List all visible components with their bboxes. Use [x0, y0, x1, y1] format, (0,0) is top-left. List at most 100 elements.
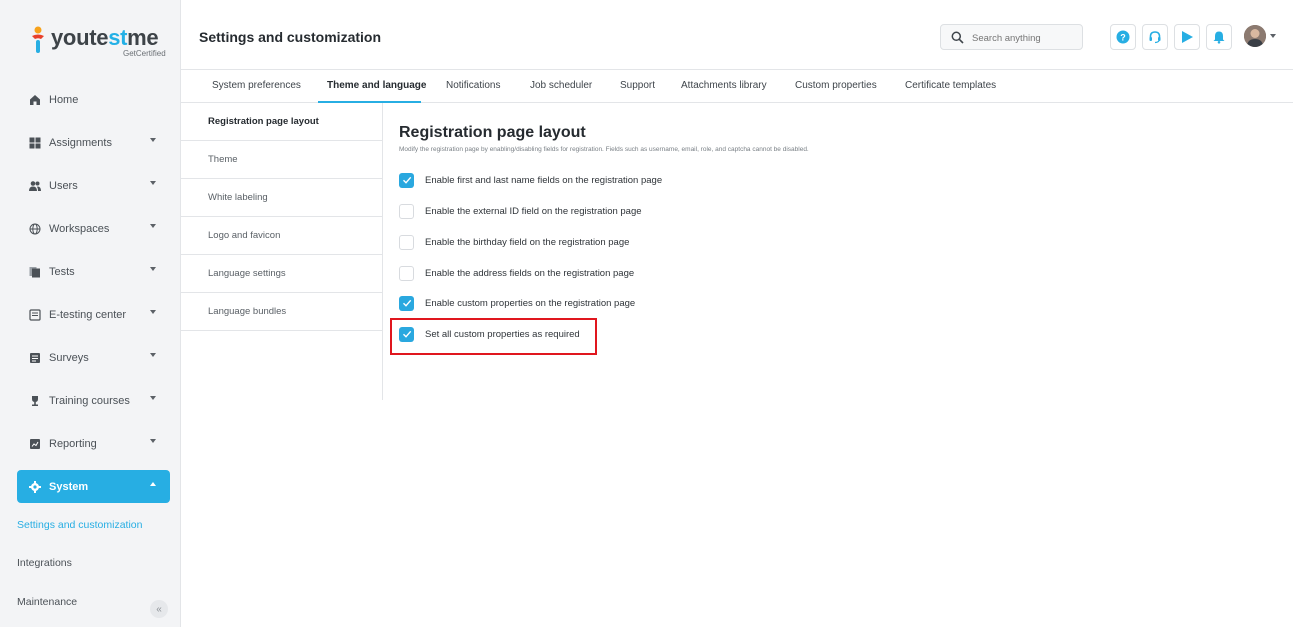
logo-text: youtestme	[51, 25, 159, 50]
checkmark-icon	[402, 176, 411, 184]
sidebar-item-label: Assignments	[49, 136, 112, 149]
section-title: Registration page layout	[399, 124, 586, 141]
option-label: Enable custom properties on the registra…	[425, 297, 636, 309]
option-first-last-name[interactable]: Enable first and last name fields on the…	[399, 172, 662, 188]
sidebar-subitem-maintenance[interactable]: Maintenance	[17, 596, 77, 608]
gear-icon	[29, 480, 41, 493]
submenu-logo-and-favicon[interactable]: Logo and favicon	[181, 217, 382, 255]
chevron-down-icon[interactable]	[1270, 34, 1276, 38]
logo-subtitle: GetCertified	[123, 49, 166, 58]
help-icon: ?	[1116, 30, 1130, 44]
search-input[interactable]	[970, 28, 1082, 48]
option-label: Enable the external ID field on the regi…	[425, 205, 642, 217]
sidebar-item-workspaces[interactable]: Workspaces	[17, 212, 170, 245]
option-birthday[interactable]: Enable the birthday field on the registr…	[399, 234, 629, 250]
search-icon	[951, 31, 964, 44]
sidebar-item-training-courses[interactable]: Training courses	[17, 384, 170, 417]
play-icon	[1182, 31, 1193, 43]
play-tutorial-button[interactable]	[1174, 24, 1200, 50]
bell-icon	[1213, 31, 1225, 44]
tab-attachments-library[interactable]: Attachments library	[681, 80, 767, 91]
sidebar-item-label: System	[49, 480, 89, 493]
chevron-up-icon	[150, 482, 156, 486]
sidebar-item-e-testing-center[interactable]: E-testing center	[17, 298, 170, 331]
support-button[interactable]	[1142, 24, 1168, 50]
help-button[interactable]: ?	[1110, 24, 1136, 50]
chevron-down-icon	[150, 138, 156, 142]
globe-icon	[29, 223, 41, 235]
checkbox-checked[interactable]	[399, 295, 414, 311]
tab-custom-properties[interactable]: Custom properties	[795, 80, 877, 91]
checkbox-unchecked[interactable]	[399, 203, 414, 219]
sidebar-subitem-integrations[interactable]: Integrations	[17, 557, 72, 569]
sidebar-item-label: Home	[49, 93, 79, 106]
sidebar-item-surveys[interactable]: Surveys	[17, 341, 170, 374]
reporting-icon	[29, 438, 41, 450]
tab-theme-and-language[interactable]: Theme and language	[327, 80, 426, 91]
tab-job-scheduler[interactable]: Job scheduler	[530, 80, 592, 91]
sidebar-item-label: Reporting	[49, 437, 97, 450]
header: Settings and customization ?	[181, 0, 1293, 70]
avatar[interactable]	[1244, 25, 1266, 47]
highlight-box	[390, 318, 597, 355]
sidebar-item-label: E-testing center	[49, 308, 127, 321]
sidebar-item-reporting[interactable]: Reporting	[17, 427, 170, 460]
settings-tabs: System preferences Theme and language No…	[181, 70, 1293, 103]
users-icon	[29, 180, 41, 192]
chevron-down-icon	[150, 181, 156, 185]
sidebar-item-label: Tests	[49, 265, 75, 278]
chevron-down-icon	[150, 267, 156, 271]
option-label: Enable the birthday field on the registr…	[425, 236, 630, 248]
option-address[interactable]: Enable the address fields on the registr…	[399, 265, 634, 281]
chevron-down-icon	[150, 396, 156, 400]
option-external-id[interactable]: Enable the external ID field on the regi…	[399, 203, 642, 219]
tab-notifications[interactable]: Notifications	[446, 80, 500, 91]
tests-icon	[29, 266, 41, 278]
sidebar-item-label: Surveys	[49, 351, 89, 364]
trophy-icon	[29, 395, 41, 407]
checkbox-unchecked[interactable]	[399, 265, 414, 281]
submenu-theme[interactable]: Theme	[181, 141, 382, 179]
submenu-language-settings[interactable]: Language settings	[181, 255, 382, 293]
settings-submenu: Registration page layout Theme White lab…	[181, 103, 383, 400]
tab-certificate-templates[interactable]: Certificate templates	[905, 80, 996, 91]
submenu-registration-page-layout[interactable]: Registration page layout	[181, 103, 382, 141]
assignments-icon	[29, 137, 41, 149]
option-label: Enable the address fields on the registr…	[425, 267, 635, 279]
checkbox-unchecked[interactable]	[399, 234, 414, 250]
collapse-sidebar-button[interactable]: «	[150, 600, 168, 618]
search-box[interactable]	[940, 24, 1083, 50]
sidebar-item-label: Users	[49, 179, 78, 192]
headset-icon	[1149, 31, 1161, 44]
sidebar-item-label: Workspaces	[49, 222, 110, 235]
sidebar-item-home[interactable]: Home	[17, 83, 170, 116]
submenu-language-bundles[interactable]: Language bundles	[181, 293, 382, 331]
checkbox-checked[interactable]	[399, 172, 414, 188]
chevron-down-icon	[150, 310, 156, 314]
surveys-icon	[29, 352, 41, 364]
submenu-white-labeling[interactable]: White labeling	[181, 179, 382, 217]
chevron-down-icon	[150, 224, 156, 228]
e-testing-icon	[29, 308, 41, 321]
tab-support[interactable]: Support	[620, 80, 655, 91]
user-avatar-icon	[1244, 25, 1266, 47]
checkmark-icon	[402, 299, 411, 307]
section-description: Modify the registration page by enabling…	[399, 146, 809, 153]
logo[interactable]: youtestme GetCertified	[31, 24, 181, 64]
sidebar-item-system[interactable]: System	[17, 470, 170, 503]
logo-icon	[32, 26, 44, 53]
tab-system-preferences[interactable]: System preferences	[212, 80, 301, 91]
sidebar-subitem-settings-and-customization[interactable]: Settings and customization	[17, 519, 143, 531]
svg-text:?: ?	[1120, 33, 1126, 43]
option-label: Enable first and last name fields on the…	[425, 174, 663, 186]
sidebar-item-users[interactable]: Users	[17, 169, 170, 202]
option-custom-properties[interactable]: Enable custom properties on the registra…	[399, 295, 635, 311]
page-title: Settings and customization	[199, 29, 382, 45]
home-icon	[29, 94, 41, 106]
sidebar-item-label: Training courses	[49, 394, 130, 407]
notifications-button[interactable]	[1206, 24, 1232, 50]
sidebar: youtestme GetCertified Home Assignments …	[0, 0, 181, 627]
sidebar-item-tests[interactable]: Tests	[17, 255, 170, 288]
sidebar-item-assignments[interactable]: Assignments	[17, 126, 170, 159]
chevron-down-icon	[150, 353, 156, 357]
